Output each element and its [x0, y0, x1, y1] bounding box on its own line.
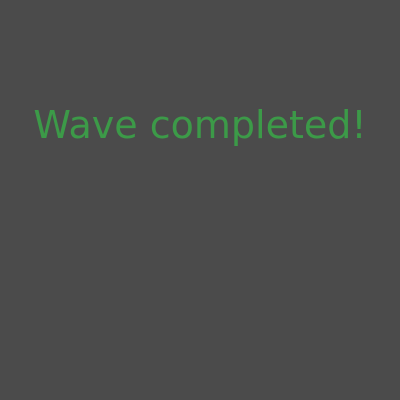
game-screen: Wave completed!: [0, 0, 400, 400]
wave-completed-message: Wave completed!: [33, 103, 367, 147]
